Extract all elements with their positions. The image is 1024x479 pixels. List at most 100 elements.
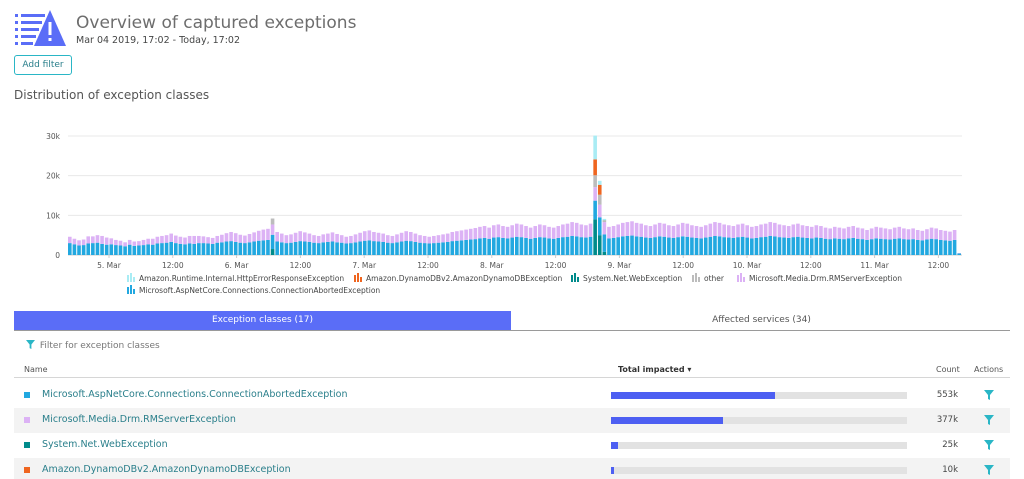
- bar-aspnet: [524, 237, 528, 255]
- bar-aspnet: [233, 241, 238, 255]
- filter-action-icon[interactable]: [984, 390, 994, 400]
- series-color-swatch: [24, 467, 30, 473]
- tab-exception-classes[interactable]: Exception classes (17): [14, 311, 511, 330]
- bar-drm: [215, 235, 220, 243]
- bar-drm: [164, 235, 169, 243]
- exception-class-link[interactable]: Amazon.DynamoDBv2.AmazonDynamoDBExceptio…: [42, 464, 291, 475]
- legend-swatch: [127, 275, 129, 282]
- bar-aspnet: [925, 239, 929, 255]
- page-title: Overview of captured exceptions: [76, 13, 357, 33]
- impact-bar: [611, 467, 907, 474]
- bar-drm: [450, 231, 455, 242]
- bar-drm: [911, 228, 915, 240]
- bar-drm: [846, 226, 851, 239]
- bar-drm: [851, 226, 856, 238]
- legend-swatch: [133, 277, 135, 282]
- bar-aspnet: [934, 239, 938, 255]
- bar-aspnet: [109, 244, 114, 255]
- exception-class-link[interactable]: Microsoft.Media.Drm.RMServerException: [42, 414, 236, 425]
- bar-aspnet: [464, 239, 468, 255]
- bar-aspnet: [127, 244, 132, 255]
- bar-drm: [768, 222, 773, 236]
- bar-drm: [390, 235, 395, 244]
- bar-aspnet: [372, 241, 376, 255]
- bar-aspnet: [929, 238, 934, 255]
- bar-drm: [376, 232, 381, 242]
- bar-aspnet: [607, 238, 611, 255]
- column-header-name[interactable]: Name: [24, 365, 48, 374]
- add-filter-button[interactable]: Add filter: [14, 55, 72, 75]
- column-header-total-impacted[interactable]: Total impacted ▾: [618, 365, 691, 374]
- exception-class-link[interactable]: Microsoft.AspNetCore.Connections.Connect…: [42, 389, 348, 400]
- bar-aspnet: [625, 235, 630, 255]
- bar-drm: [256, 230, 261, 241]
- bar-drm: [187, 235, 192, 244]
- bar-aspnet: [800, 237, 805, 255]
- bar-aspnet: [556, 237, 561, 255]
- bar-aspnet: [404, 240, 409, 255]
- column-header-count[interactable]: Count: [936, 365, 960, 374]
- bar-drm: [584, 225, 588, 238]
- bar-aspnet: [786, 237, 791, 255]
- bar-drm: [510, 225, 514, 238]
- bar-aspnet: [459, 240, 464, 255]
- bar-aspnet: [620, 236, 625, 255]
- bar-drm: [413, 233, 418, 242]
- bar-drm: [653, 224, 657, 238]
- bar-drm: [759, 224, 763, 238]
- bar-aspnet: [381, 241, 385, 255]
- x-tick-label: 12:00: [162, 261, 184, 270]
- bar-aspnet: [95, 242, 100, 255]
- bar-aspnet: [763, 236, 768, 255]
- x-tick-label: 12:00: [672, 261, 694, 270]
- bar-drm: [275, 231, 279, 242]
- bar-drm: [713, 222, 717, 236]
- tab-affected-services[interactable]: Affected services (34): [513, 311, 1010, 330]
- bar-aspnet: [680, 236, 685, 255]
- bar-aspnet: [164, 242, 169, 255]
- filter-action-icon[interactable]: [984, 415, 994, 425]
- bar-drm: [178, 236, 183, 244]
- bar-drm: [160, 235, 164, 244]
- bar-aspnet: [588, 236, 593, 255]
- bar-aspnet: [385, 242, 390, 255]
- bar-drm: [874, 226, 879, 239]
- bar-aspnet: [736, 237, 740, 255]
- x-tick-label: 9. Mar: [608, 261, 633, 270]
- filter-action-icon[interactable]: [984, 440, 994, 450]
- bar-aspnet: [911, 239, 915, 255]
- count-value: 553k: [936, 390, 958, 400]
- bar-aspnet: [842, 239, 846, 255]
- tab-bar: Exception classes (17) Affected services…: [14, 311, 1010, 331]
- exception-class-filter[interactable]: Filter for exception classes: [26, 340, 160, 354]
- sort-desc-icon: ▾: [687, 365, 692, 374]
- bar-aspnet: [114, 245, 118, 255]
- bar-aspnet: [777, 237, 782, 255]
- exception-class-link[interactable]: System.Net.WebException: [42, 439, 168, 450]
- bar-drm: [888, 229, 892, 240]
- bar-aspnet: [399, 241, 404, 255]
- legend-swatch: [574, 273, 576, 282]
- bar-aspnet: [920, 240, 925, 255]
- bar-drm: [883, 228, 888, 240]
- page-header: Overview of captured exceptions Mar 04 2…: [14, 8, 1014, 52]
- bar-drm: [100, 235, 104, 244]
- bar-drm: [220, 234, 224, 243]
- bar-drm: [574, 222, 579, 237]
- filter-action-icon[interactable]: [984, 465, 994, 475]
- bar-aspnet: [339, 242, 344, 255]
- bar-drm: [362, 231, 367, 241]
- bar-aspnet: [395, 242, 399, 255]
- bar-drm: [879, 227, 883, 239]
- bar-aspnet: [104, 244, 109, 255]
- bar-aspnet: [616, 237, 620, 255]
- bar-aspnet: [326, 241, 330, 255]
- legend-swatch: [743, 277, 745, 282]
- bar-aspnet: [561, 237, 565, 255]
- bar-aspnet: [662, 236, 667, 255]
- bar-drm: [763, 223, 768, 237]
- bar-drm: [385, 235, 390, 243]
- bar-aspnet: [68, 243, 72, 255]
- y-tick-label: 0: [55, 251, 60, 260]
- bar-aspnet: [667, 237, 671, 255]
